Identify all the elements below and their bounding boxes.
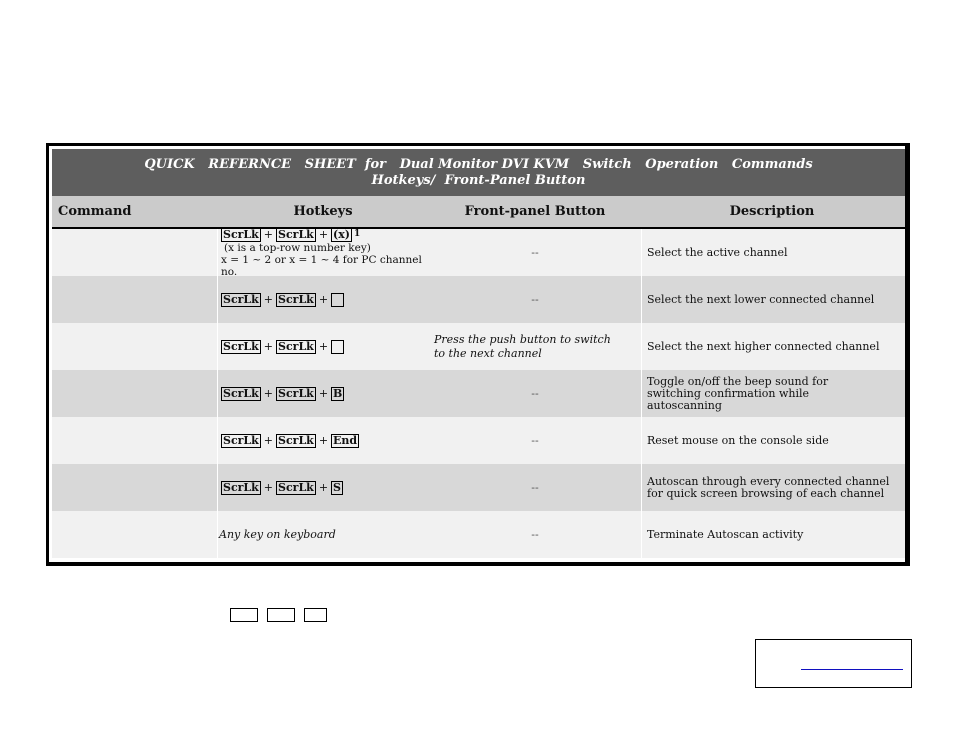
key-end: End xyxy=(331,433,360,448)
table-body: ScrLk + ScrLk + (x) 1 (x is a top-row number … xyxy=(52,227,905,558)
table-row: ScrLk + ScrLk + S -- Autoscan through every … xyxy=(52,464,905,511)
title-line-1: QUICK REFERNCE SHEET for Dual Monitor DV… xyxy=(144,157,813,172)
table-row: ScrLk + ScrLk + -- Select the next lower co… xyxy=(52,276,905,323)
key-scrlk: ScrLk xyxy=(276,386,316,401)
front-panel-cell: -- xyxy=(531,481,539,494)
underline-link-placeholder xyxy=(801,669,903,670)
key-arrow-up-blank xyxy=(331,339,345,354)
command-cell xyxy=(52,370,217,417)
command-cell xyxy=(52,229,217,276)
description-cell: Select the active channel xyxy=(647,245,788,259)
table-row: Any key on keyboard -- Terminate Autosca… xyxy=(52,511,905,558)
footnote-marker: 1 xyxy=(354,228,361,239)
key-s: S xyxy=(331,480,343,495)
table-row: ScrLk + ScrLk + End -- Reset mouse on the co… xyxy=(52,417,905,464)
description-cell: Toggle on/off the beep sound for switchi… xyxy=(647,374,829,412)
hotkey-cell: ScrLk + ScrLk + xyxy=(218,323,431,370)
blank-key-box xyxy=(267,608,295,622)
front-panel-cell: -- xyxy=(531,434,539,447)
key-scrlk: ScrLk xyxy=(221,480,261,495)
key-scrlk: ScrLk xyxy=(276,339,316,354)
table-title: QUICK REFERNCE SHEET for Dual Monitor DV… xyxy=(52,149,905,196)
hotkey-cell: Any key on keyboard xyxy=(219,528,336,541)
column-header-command: Command xyxy=(58,204,132,219)
key-scrlk: ScrLk xyxy=(221,433,261,448)
blank-key-box xyxy=(230,608,258,622)
key-b: B xyxy=(331,386,345,401)
description-cell: Reset mouse on the console side xyxy=(647,433,829,447)
description-cell: Select the next higher connected channel xyxy=(647,339,880,353)
key-x: (x) xyxy=(331,227,352,242)
hotkey-note: (x is a top-row number key) xyxy=(224,241,371,254)
key-scrlk: ScrLk xyxy=(221,339,261,354)
hotkey-note: x = 1 ~ 2 or x = 1 ~ 4 for PC channel no… xyxy=(221,253,422,278)
hotkey-cell: ScrLk + ScrLk + B xyxy=(221,386,345,401)
front-panel-cell: -- xyxy=(531,293,539,306)
column-header-row: Command Hotkeys Front-panel Button Descr… xyxy=(52,196,905,229)
column-header-description: Description xyxy=(729,204,815,219)
front-panel-cell: -- xyxy=(531,528,539,541)
command-cell xyxy=(52,276,217,323)
hotkey-cell: ScrLk + ScrLk + S xyxy=(221,480,343,495)
table-row: ScrLk + ScrLk + Press the push button to sw… xyxy=(52,323,905,370)
footer-box xyxy=(755,639,912,688)
command-cell xyxy=(52,464,217,511)
title-line-2: Hotkeys/ Front-Panel Button xyxy=(371,173,586,188)
key-scrlk: ScrLk xyxy=(276,433,316,448)
column-header-front-panel: Front-panel Button xyxy=(464,204,606,219)
key-scrlk: ScrLk xyxy=(276,292,316,307)
front-panel-cell: -- xyxy=(531,246,539,259)
key-scrlk: ScrLk xyxy=(276,480,316,495)
front-panel-cell: -- xyxy=(531,387,539,400)
key-arrow-down-blank xyxy=(331,292,345,307)
column-header-hotkeys: Hotkeys xyxy=(293,204,353,219)
command-cell xyxy=(52,511,217,558)
blank-key-box xyxy=(304,608,327,622)
key-scrlk: ScrLk xyxy=(221,227,261,242)
command-cell xyxy=(52,417,217,464)
hotkey-cell: ScrLk + ScrLk + (x) 1 (x is a top-row number … xyxy=(218,227,431,278)
table-row: ScrLk + ScrLk + (x) 1 (x is a top-row number … xyxy=(52,227,905,278)
command-cell xyxy=(52,323,217,370)
front-panel-cell: Press the push button to switch to the n… xyxy=(434,332,611,360)
key-scrlk: ScrLk xyxy=(221,292,261,307)
hotkey-cell: ScrLk + ScrLk + xyxy=(218,276,431,323)
description-cell: Terminate Autoscan activity xyxy=(647,527,804,541)
description-cell: Autoscan through every connected channel… xyxy=(647,474,890,500)
quick-reference-table: QUICK REFERNCE SHEET for Dual Monitor DV… xyxy=(46,143,910,566)
table-row: ScrLk + ScrLk + B -- Toggle on/off the beep … xyxy=(52,370,905,417)
description-cell: Select the next lower connected channel xyxy=(647,292,875,306)
hotkey-cell: ScrLk + ScrLk + End xyxy=(221,433,360,448)
key-scrlk: ScrLk xyxy=(221,386,261,401)
key-scrlk: ScrLk xyxy=(276,227,316,242)
